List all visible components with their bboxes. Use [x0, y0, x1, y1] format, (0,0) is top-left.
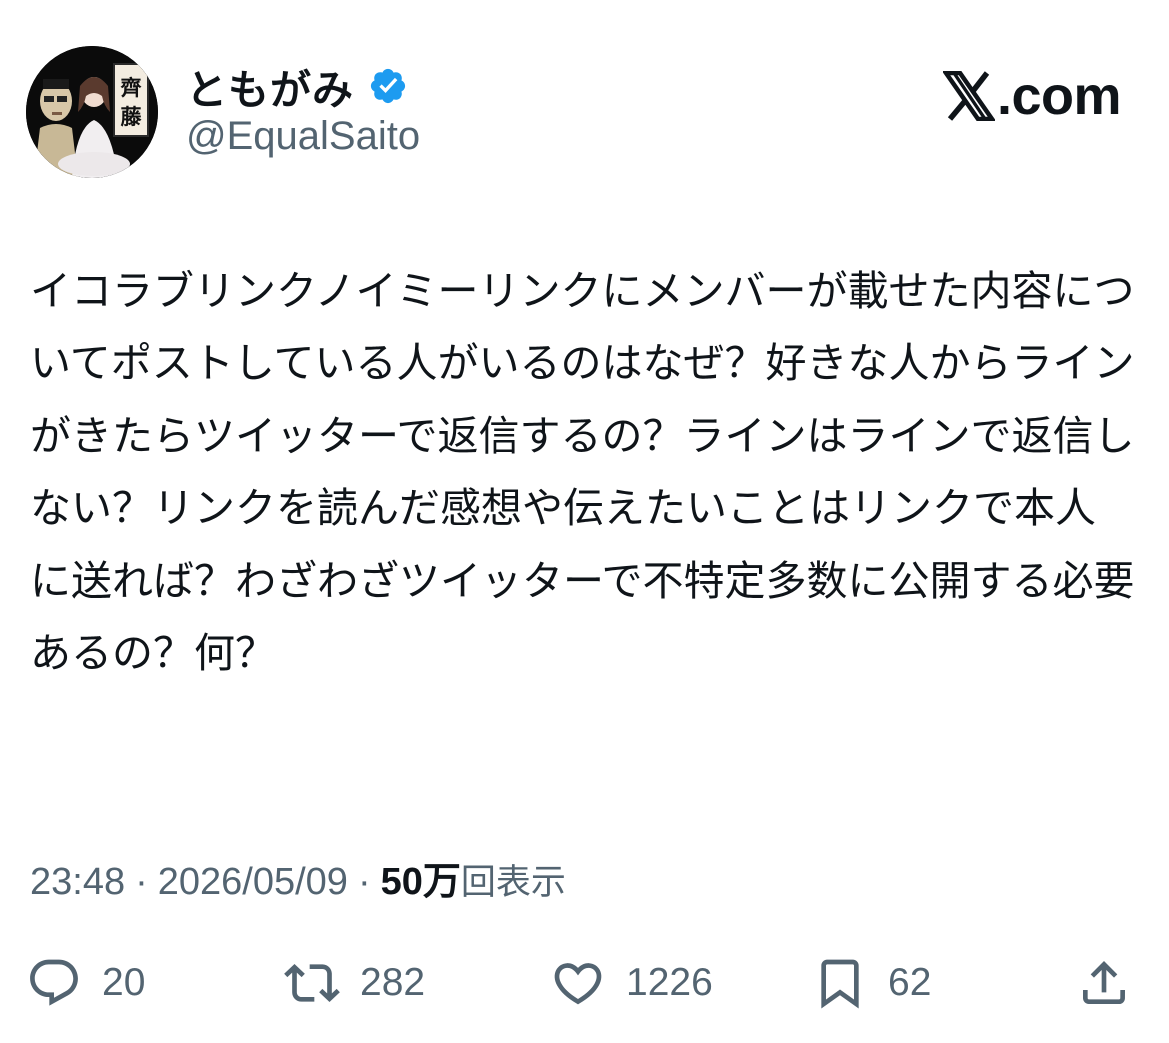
avatar-sign-char-1: 齊 — [120, 75, 143, 100]
heart-icon — [554, 963, 602, 1005]
meta-separator: · — [357, 861, 371, 903]
bookmark-icon — [821, 959, 859, 1009]
reply-count: 20 — [102, 961, 146, 1004]
author-handle[interactable]: @EqualSaito — [186, 114, 420, 159]
share-button[interactable] — [1076, 950, 1132, 1016]
repost-count: 282 — [360, 961, 426, 1004]
repost-button[interactable]: 282 — [284, 950, 425, 1016]
verified-badge-icon — [370, 68, 406, 104]
repost-icon — [284, 964, 340, 1002]
brand-watermark: .com — [942, 66, 1122, 126]
reply-icon — [30, 959, 78, 1006]
like-button[interactable]: 1226 — [550, 950, 713, 1016]
views-count[interactable]: 50万 — [381, 850, 461, 905]
like-count: 1226 — [626, 961, 713, 1004]
display-name[interactable]: ともがみ — [186, 56, 354, 116]
avatar-image: 齊 藤 — [26, 46, 158, 178]
reply-button[interactable]: 20 — [26, 950, 145, 1016]
post-text: イコラブリンクノイミーリンクにメンバーが載せた内容についてポストしている人がいる… — [30, 267, 1135, 678]
post-date[interactable]: 2026/05/09 — [158, 861, 348, 904]
bookmark-count: 62 — [888, 961, 932, 1004]
views-label: 回表示 — [460, 863, 566, 903]
post-meta: 23:48 · 2026/05/09 · 50万 回表示 — [30, 850, 566, 905]
author-name-row[interactable]: ともがみ — [186, 58, 408, 114]
x-logo-icon — [942, 71, 995, 121]
share-icon — [1083, 961, 1125, 1004]
post-time[interactable]: 23:48 — [30, 861, 125, 904]
bookmark-button[interactable]: 62 — [812, 950, 931, 1016]
meta-separator: · — [135, 861, 148, 903]
avatar[interactable]: 齊 藤 — [26, 46, 158, 178]
action-bar: 20 282 1226 62 — [0, 950, 1169, 1016]
avatar-sign-char-2: 藤 — [120, 104, 143, 129]
brand-text: .com — [996, 66, 1122, 126]
